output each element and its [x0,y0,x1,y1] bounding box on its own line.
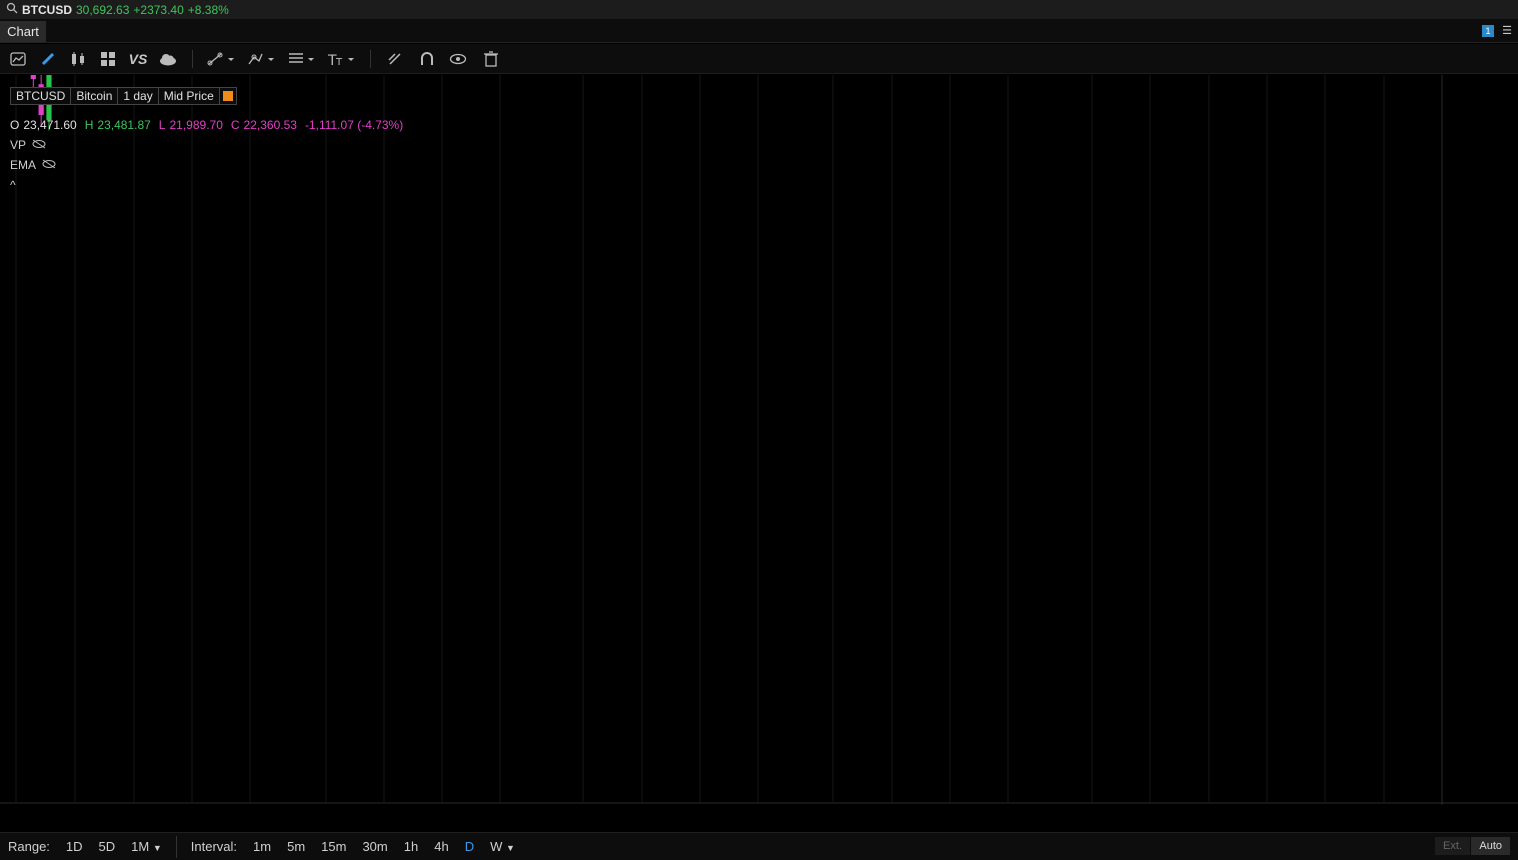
high-label: H [84,118,94,132]
interval-d[interactable]: D [457,839,482,854]
annotate-icon[interactable] [385,49,405,69]
last-price: 30,692.63 [76,2,130,17]
study-ema-label: EMA [10,158,37,172]
layout-icon[interactable] [98,49,118,69]
legend-name[interactable]: Bitcoin [71,88,119,104]
interval-30m[interactable]: 30m [354,839,395,854]
range-1m-label: 1M [131,839,150,854]
change-value: -1,111.07 (-4.73%) [304,118,404,132]
menu-icon[interactable]: ☰ [1502,24,1512,37]
ohlc-readout: O 23,471.60 H 23,481.87 L 21,989.70 C 22… [10,118,403,132]
cloud-icon[interactable] [158,49,178,69]
chevron-down-icon: ▼ [505,843,515,853]
low-label: L [158,118,166,132]
fib-tool-icon[interactable] [286,49,316,69]
divider [175,835,177,858]
link-group-badge[interactable]: 1 [1482,25,1494,37]
interval-1h[interactable]: 1h [396,839,426,854]
tab-chart[interactable]: Chart [0,21,46,42]
chevron-up-icon[interactable]: ^ [10,178,16,192]
interval-15m[interactable]: 15m [313,839,354,854]
interval-w[interactable]: W ▼ [482,839,523,854]
trash-icon[interactable] [481,49,501,69]
auto-scale-button[interactable]: Auto [1471,837,1510,855]
candle-style-icon[interactable] [68,49,88,69]
price-change-pct: +8.38% [187,2,229,17]
symbol-text[interactable]: BTCUSD [22,3,72,17]
range-5d[interactable]: 5D [91,839,124,854]
interval-1m[interactable]: 1m [245,839,279,854]
interval-label: Interval: [190,839,238,854]
symbol-bar[interactable]: BTCUSD 30,692.63 +2373.40 +8.38% [0,0,1518,19]
node-tool-icon[interactable] [246,49,276,69]
legend-color-icon[interactable] [220,88,236,104]
collapse-studies[interactable]: ^ [10,178,16,192]
range-label: Range: [8,839,50,854]
study-vp-label: VP [10,138,27,152]
magnet-icon[interactable] [417,49,437,69]
search-icon[interactable] [6,2,18,17]
legend-symbol[interactable]: BTCUSD [11,88,72,104]
text-tool-icon[interactable]: TT [326,49,356,69]
low-value: 21,989.70 [169,118,223,132]
bottom-bar: Range: 1D 5D 1M ▼ Interval: 1m 5m 15m 30… [0,832,1518,860]
close-label: C [230,118,240,132]
study-ema[interactable]: EMA [10,158,56,172]
draw-pencil-icon[interactable] [38,49,58,69]
study-vp[interactable]: VP [10,138,46,152]
interval-4h[interactable]: 4h [426,839,456,854]
chart-type-icon[interactable] [8,49,28,69]
visibility-hidden-icon[interactable] [32,138,46,152]
open-label: O [10,118,20,132]
close-value: 22,360.53 [243,118,297,132]
svg-text:T: T [335,57,343,67]
interval-w-label: W [490,839,503,854]
legend-price-type[interactable]: Mid Price [159,88,220,104]
open-value: 23,471.60 [23,118,77,132]
legend-interval[interactable]: 1 day [118,88,159,104]
ext-hours-button[interactable]: Ext. [1435,837,1470,855]
tab-row: Chart 1 ☰ [0,19,1518,43]
high-value: 23,481.87 [97,118,151,132]
visibility-hidden-icon[interactable] [42,158,56,172]
compare-vs-icon[interactable]: VS [127,49,149,69]
interval-5m[interactable]: 5m [279,839,313,854]
symbol-legend[interactable]: BTCUSD Bitcoin 1 day Mid Price [10,87,237,105]
range-1m[interactable]: 1M ▼ [123,839,170,854]
chevron-down-icon: ▼ [152,843,162,853]
chart-toolbar: VS TT [0,44,1518,74]
range-1d[interactable]: 1D [58,839,91,854]
price-change: +2373.40 [133,2,184,17]
candle-body [30,75,36,80]
line-tool-icon[interactable] [206,49,236,69]
price-chart[interactable]: 34,600.0033,800.0033,000.0032,200.0031,4… [0,75,1518,805]
chart-area[interactable]: 34,600.0033,800.0033,000.0032,200.0031,4… [0,75,1518,805]
eye-icon[interactable] [448,49,468,69]
